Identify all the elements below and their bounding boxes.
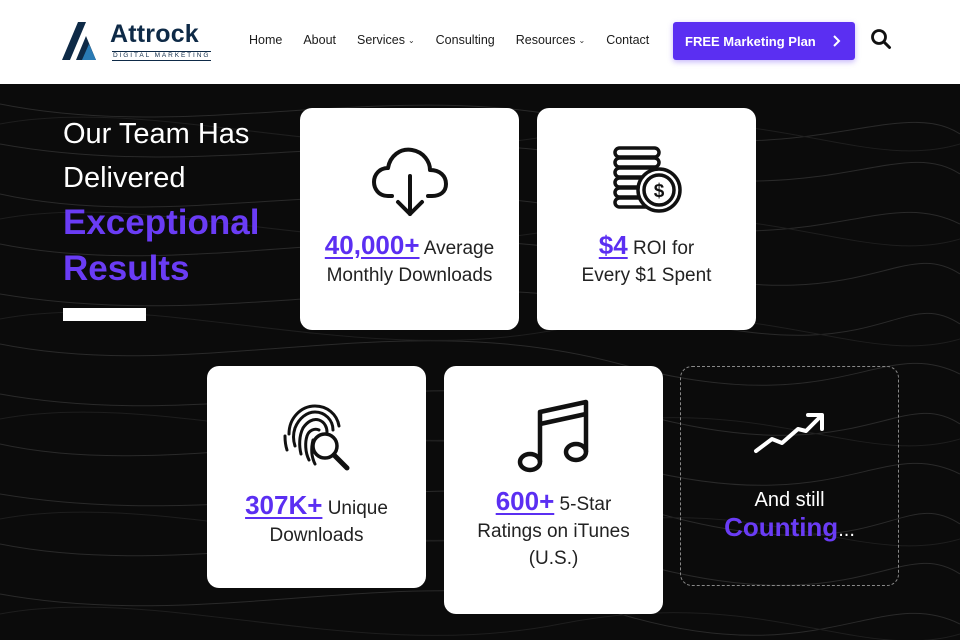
nav-services-label: Services bbox=[357, 33, 405, 47]
stat-number[interactable]: 307K+ bbox=[245, 490, 322, 520]
fingerprint-search-icon bbox=[283, 404, 349, 471]
stat-label-2: Downloads bbox=[269, 525, 364, 546]
stat-label-1: 5-Star bbox=[559, 494, 612, 515]
heading-accent-1: Exceptional bbox=[63, 203, 260, 242]
stat-label-2: Monthly Downloads bbox=[326, 265, 493, 286]
nav-about[interactable]: About bbox=[303, 33, 336, 47]
stat-label-1: Average bbox=[423, 238, 495, 259]
stat-card-roi: $ $4 ROI for Every $1 Spent bbox=[537, 108, 756, 330]
nav-services[interactable]: Services ⌄ bbox=[357, 33, 415, 47]
stat-text: 600+ 5-Star Ratings on iTunes (U.S.) bbox=[444, 488, 663, 572]
heading-accent-2: Results bbox=[63, 249, 190, 288]
search-icon[interactable] bbox=[870, 28, 892, 50]
chevron-down-icon: ⌄ bbox=[578, 35, 586, 45]
counting-big: Counting bbox=[724, 512, 839, 542]
stat-number[interactable]: 40,000+ bbox=[325, 230, 420, 260]
nav-resources[interactable]: Resources ⌄ bbox=[516, 33, 585, 47]
logo-name: Attrock bbox=[110, 20, 199, 48]
heading-underline-bar bbox=[63, 308, 146, 321]
attrock-logo-icon bbox=[62, 22, 96, 60]
nav-about-label: About bbox=[303, 33, 337, 47]
trending-up-icon bbox=[753, 413, 824, 453]
logo[interactable]: Attrock DIGITAL MARKETING bbox=[62, 20, 222, 62]
counting-line-1: And still bbox=[754, 489, 825, 511]
svg-text:$: $ bbox=[653, 181, 664, 202]
stat-text: 307K+ Unique Downloads bbox=[207, 492, 426, 549]
cloud-download-icon bbox=[371, 147, 448, 216]
stat-label-1: ROI for bbox=[632, 238, 695, 259]
nav-home-label: Home bbox=[249, 33, 283, 47]
section-heading: Our Team Has Delivered Exceptional Resul… bbox=[63, 112, 303, 292]
free-marketing-plan-button[interactable]: FREE Marketing Plan bbox=[673, 22, 855, 60]
logo-tagline: DIGITAL MARKETING bbox=[112, 51, 212, 61]
stat-card-unique-downloads: 307K+ Unique Downloads bbox=[207, 366, 426, 588]
results-section: Our Team Has Delivered Exceptional Resul… bbox=[0, 84, 960, 640]
nav-consulting[interactable]: Consulting bbox=[436, 33, 495, 47]
chevron-down-icon: ⌄ bbox=[407, 35, 415, 45]
cta-label: FREE Marketing Plan bbox=[685, 33, 816, 49]
nav-resources-label: Resources bbox=[515, 33, 576, 47]
stat-text: 40,000+ Average Monthly Downloads bbox=[300, 232, 519, 289]
stat-card-ratings: 600+ 5-Star Ratings on iTunes (U.S.) bbox=[444, 366, 663, 614]
counting-text: And still Counting... bbox=[681, 487, 898, 544]
stat-label-3: (U.S.) bbox=[528, 548, 579, 569]
heading-line-2: Delivered bbox=[63, 162, 186, 194]
heading-line-1: Our Team Has bbox=[63, 118, 250, 150]
stat-card-downloads: 40,000+ Average Monthly Downloads bbox=[300, 108, 519, 330]
nav-contact-label: Contact bbox=[606, 33, 650, 47]
nav-home[interactable]: Home bbox=[249, 33, 282, 47]
coins-dollar-icon: $ bbox=[612, 146, 682, 213]
nav-contact[interactable]: Contact bbox=[606, 33, 649, 47]
stat-label-1: Unique bbox=[327, 498, 388, 519]
stat-number[interactable]: 600+ bbox=[496, 486, 555, 516]
stat-label-2: Ratings on iTunes bbox=[477, 521, 630, 542]
stat-label-2: Every $1 Spent bbox=[581, 265, 712, 286]
counting-suffix: ... bbox=[838, 519, 855, 541]
main-nav: Home About Services ⌄ Consulting Resource… bbox=[249, 33, 670, 47]
nav-consulting-label: Consulting bbox=[435, 33, 495, 47]
music-note-icon bbox=[517, 399, 588, 473]
site-header: Attrock DIGITAL MARKETING Home About Ser… bbox=[0, 0, 960, 84]
chevron-right-icon bbox=[833, 35, 841, 47]
stat-card-counting: And still Counting... bbox=[680, 366, 899, 586]
stat-number[interactable]: $4 bbox=[599, 230, 628, 260]
stat-text: $4 ROI for Every $1 Spent bbox=[537, 232, 756, 289]
